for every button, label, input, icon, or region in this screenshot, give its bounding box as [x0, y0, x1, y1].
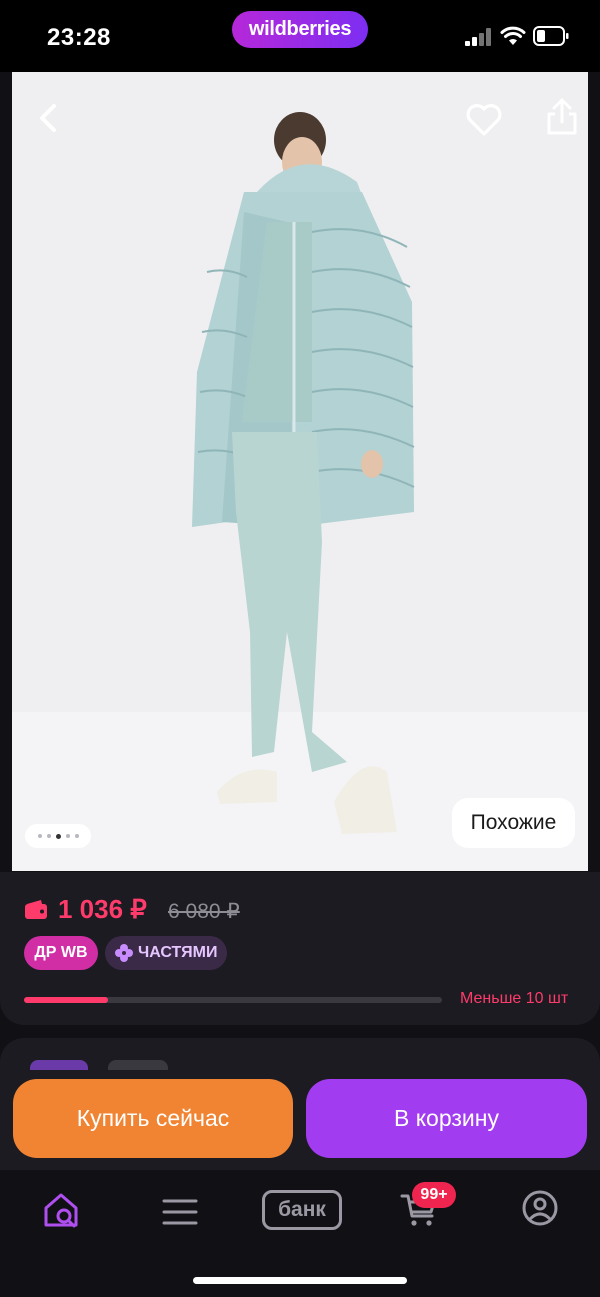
badge-installments[interactable]: ЧАСТЯМИ: [105, 936, 227, 970]
pagination-dot-active: [55, 833, 61, 839]
menu-icon[interactable]: [162, 1198, 198, 1226]
gallery-pagination: [25, 824, 91, 848]
home-search-icon[interactable]: [42, 1190, 80, 1230]
cart-count-badge: 99+: [412, 1182, 456, 1208]
buy-now-button[interactable]: Купить сейчас: [13, 1079, 293, 1158]
peek-chip: [30, 1060, 88, 1070]
heart-icon[interactable]: [464, 100, 504, 140]
brand-logo[interactable]: wildberries: [232, 11, 368, 48]
pagination-dot: [37, 834, 42, 838]
price-card: 1 036 ₽ 6 080 ₽ ДР WB ЧАСТЯМИ Меньше 10 …: [0, 872, 600, 1025]
bank-button[interactable]: банк: [262, 1190, 342, 1230]
badge-installments-label: ЧАСТЯМИ: [138, 944, 218, 961]
add-to-cart-button[interactable]: В корзину: [306, 1079, 587, 1158]
stock-progress-bar: [24, 997, 442, 1003]
pagination-dot: [65, 834, 70, 838]
wallet-icon: [25, 900, 47, 919]
signal-icon: [465, 28, 493, 46]
status-time: 23:28: [47, 24, 111, 51]
profile-icon[interactable]: [522, 1190, 558, 1226]
back-icon[interactable]: [30, 100, 66, 136]
share-icon[interactable]: [544, 96, 580, 136]
status-bar: 23:28 wildberries: [0, 0, 600, 72]
similar-button[interactable]: Похожие: [452, 798, 575, 848]
stock-text: Меньше 10 шт: [460, 990, 569, 1007]
old-price: 6 080 ₽: [168, 900, 240, 923]
product-photo-illustration: [12, 72, 588, 871]
flower-icon: [115, 944, 133, 962]
home-indicator: [193, 1277, 407, 1284]
pagination-dot: [74, 834, 79, 838]
battery-icon: [533, 26, 569, 46]
wifi-icon: [500, 26, 526, 45]
pagination-dot: [46, 834, 51, 838]
product-image[interactable]: Похожие: [12, 72, 588, 871]
badge-dr-wb[interactable]: ДР WB: [24, 936, 98, 970]
current-price: 1 036 ₽: [58, 894, 147, 924]
peek-chip: [108, 1060, 168, 1070]
stock-progress-fill: [24, 997, 108, 1003]
